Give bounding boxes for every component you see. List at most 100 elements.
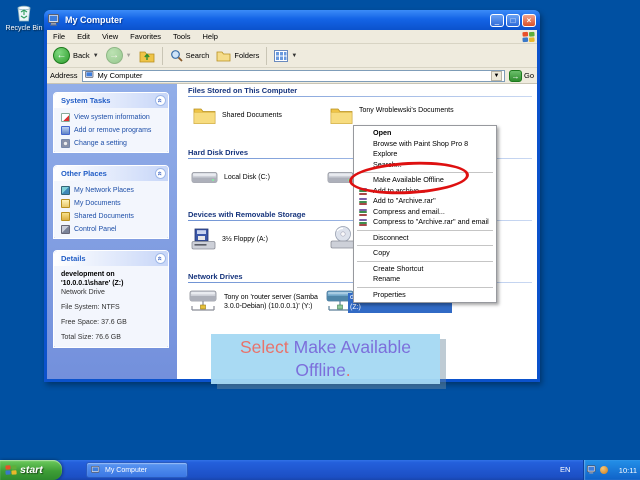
item-label-line1: Tony on 'router server (Samba — [224, 293, 318, 302]
context-menu-item-rename[interactable]: Rename — [354, 274, 496, 285]
other-places-panel: Other Places « My Network Places My Docu… — [53, 165, 169, 239]
menu-edit[interactable]: Edit — [71, 32, 96, 41]
context-menu-separator — [357, 287, 493, 288]
hard-drive-icon — [191, 168, 218, 187]
context-menu-separator — [357, 261, 493, 262]
sidebar-item-change-a-setting[interactable]: Change a setting — [61, 139, 164, 148]
address-bar: Address My Computer ▼ → Go — [47, 68, 537, 84]
context-menu-item-disconnect[interactable]: Disconnect — [354, 233, 496, 244]
menu-help[interactable]: Help — [197, 32, 224, 41]
recycle-bin-label: Recycle Bin — [2, 25, 46, 32]
context-menu-item-browse-paint-shop[interactable]: Browse with Paint Shop Pro 8 — [354, 139, 496, 150]
folders-button[interactable]: Folders — [214, 49, 261, 63]
item-label-line2: 3.0.0-Debian) (10.0.0.1)' (Y:) — [224, 302, 318, 311]
sidebar-item-label: Change a setting — [74, 140, 127, 147]
details-drive-name-line1: development on — [61, 271, 164, 278]
address-input[interactable]: My Computer ▼ — [82, 70, 505, 82]
context-menu-separator — [357, 245, 493, 246]
task-label: My Computer — [105, 467, 147, 474]
menu-view[interactable]: View — [96, 32, 124, 41]
sidebar-item-shared-documents[interactable]: Shared Documents — [61, 212, 164, 221]
winrar-icon — [359, 198, 367, 205]
title-bar[interactable]: My Computer _ □ × — [44, 10, 540, 30]
address-dropdown-icon[interactable]: ▼ — [491, 71, 502, 81]
my-computer-icon — [48, 14, 61, 26]
item-tony-wroblewskis-documents[interactable]: Tony Wroblewski's Documents — [330, 106, 454, 125]
recycle-bin-desktop-icon[interactable]: Recycle Bin — [2, 3, 46, 32]
item-shared-documents[interactable]: Shared Documents — [193, 106, 282, 125]
search-button[interactable]: Search — [168, 48, 212, 63]
menu-file[interactable]: File — [47, 32, 71, 41]
maximize-button[interactable]: □ — [506, 14, 520, 27]
up-button[interactable] — [137, 48, 157, 64]
context-menu-item-add-to-archive-rar[interactable]: Add to "Archive.rar" — [354, 196, 496, 207]
caption-rest: Make Available — [294, 337, 411, 357]
group-title-files: Files Stored on This Computer — [188, 86, 297, 95]
floppy-drive-icon — [191, 228, 216, 251]
sidebar-item-view-system-information[interactable]: View system information — [61, 113, 164, 122]
details-drive-type: Network Drive — [61, 289, 164, 296]
views-dropdown-icon: ▼ — [291, 53, 297, 59]
close-button[interactable]: × — [522, 14, 536, 27]
back-button[interactable]: ← Back ▼ — [51, 46, 101, 65]
my-computer-small-icon — [91, 466, 101, 475]
taskbar-task-my-computer[interactable]: My Computer — [86, 462, 188, 478]
minimize-button[interactable]: _ — [490, 14, 504, 27]
forward-dropdown-icon: ▼ — [126, 53, 132, 59]
context-menu-item-create-shortcut[interactable]: Create Shortcut — [354, 264, 496, 275]
views-button[interactable]: ▼ — [272, 49, 299, 63]
context-menu-item-label: Add to "Archive.rar" — [373, 196, 436, 205]
details-total-size: Total Size: 76.6 GB — [61, 334, 164, 341]
item-local-disk-c[interactable]: Local Disk (C:) — [191, 168, 270, 187]
tray-display-icon[interactable] — [587, 465, 597, 475]
collapse-chevron-icon[interactable]: « — [155, 168, 166, 179]
search-icon — [170, 49, 183, 62]
item-label: Shared Documents — [222, 112, 282, 119]
details-free-space: Free Space: 37.6 GB — [61, 319, 164, 326]
window-title: My Computer — [65, 15, 490, 25]
system-tasks-header[interactable]: System Tasks « — [54, 93, 168, 108]
network-places-icon — [61, 186, 70, 195]
context-menu-item-copy[interactable]: Copy — [354, 248, 496, 259]
sidebar-item-add-remove-programs[interactable]: Add or remove programs — [61, 126, 164, 135]
other-places-header[interactable]: Other Places « — [54, 166, 168, 181]
sidebar-item-label: My Network Places — [74, 187, 134, 194]
windows-logo-icon — [522, 31, 535, 43]
menu-tools[interactable]: Tools — [167, 32, 197, 41]
instruction-caption: SelectMake Available Offline. — [211, 334, 440, 384]
sidebar-item-my-network-places[interactable]: My Network Places — [61, 186, 164, 195]
sidebar-item-label: Add or remove programs — [74, 127, 151, 134]
system-tasks-title: System Tasks — [61, 96, 110, 105]
folders-label: Folders — [234, 51, 259, 60]
sidebar-item-my-documents[interactable]: My Documents — [61, 199, 164, 208]
context-menu-item-compress-to-archive-and-email[interactable]: Compress to "Archive.rar" and email — [354, 217, 496, 228]
forward-button[interactable]: → ▼ — [104, 46, 134, 65]
context-menu-item-properties[interactable]: Properties — [354, 290, 496, 301]
my-documents-icon — [61, 199, 70, 208]
collapse-chevron-icon[interactable]: « — [155, 253, 166, 264]
address-value: My Computer — [98, 71, 143, 80]
item-network-drive-y[interactable]: Tony on 'router server (Samba 3.0.0-Debi… — [188, 288, 318, 316]
item-floppy-a[interactable]: 3½ Floppy (A:) — [191, 228, 268, 251]
sidebar-item-label: View system information — [74, 114, 150, 121]
sidebar-item-label: My Documents — [74, 200, 121, 207]
context-menu-item-open[interactable]: Open — [354, 128, 496, 139]
go-button[interactable]: → Go — [509, 70, 534, 82]
details-header[interactable]: Details « — [54, 251, 168, 266]
system-tasks-panel: System Tasks « View system information A… — [53, 92, 169, 153]
toolbar: ← Back ▼ → ▼ Search — [47, 44, 537, 68]
sidebar-item-control-panel[interactable]: Control Panel — [61, 225, 164, 234]
my-computer-small-icon — [85, 71, 95, 80]
forward-icon: → — [106, 47, 123, 64]
details-drive-name-line2: '10.0.0.1\share' (Z:) — [61, 280, 164, 287]
context-menu-item-explore[interactable]: Explore — [354, 149, 496, 160]
tray-status-icon[interactable] — [600, 466, 608, 474]
menu-favorites[interactable]: Favorites — [124, 32, 167, 41]
control-panel-icon — [61, 225, 70, 234]
language-indicator[interactable]: EN — [560, 460, 570, 480]
collapse-chevron-icon[interactable]: « — [155, 95, 166, 106]
context-menu-item-compress-and-email[interactable]: Compress and email... — [354, 207, 496, 218]
change-setting-icon — [61, 139, 70, 148]
start-button[interactable]: start — [0, 460, 62, 480]
winrar-icon — [359, 209, 367, 216]
